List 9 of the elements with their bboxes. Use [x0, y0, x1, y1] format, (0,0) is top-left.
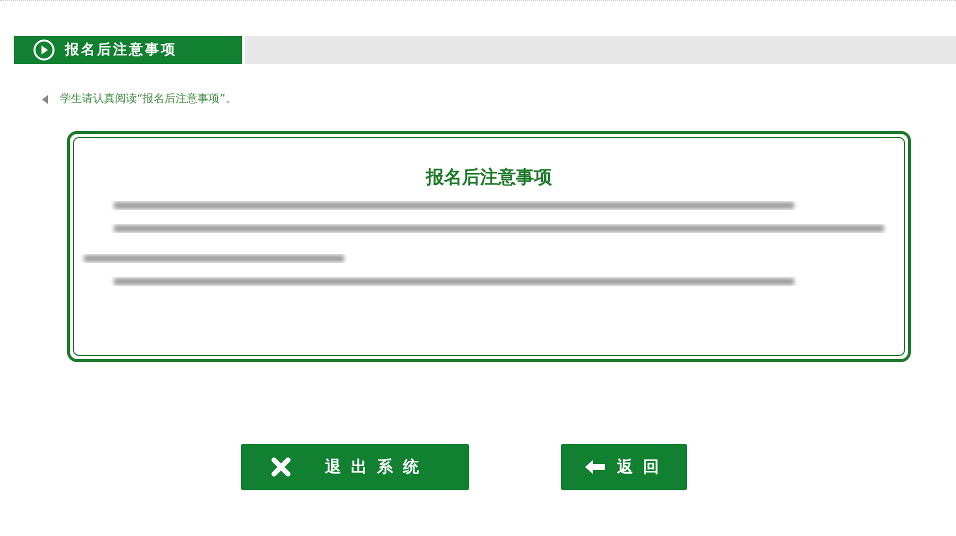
hint-text: 学生请认真阅读“报名后注意事项”。 [60, 91, 236, 107]
section-title: 报名后注意事项 [65, 40, 177, 60]
left-arrow-icon [585, 460, 605, 474]
close-icon [271, 456, 291, 476]
notice-title: 报名后注意事项 [424, 166, 553, 190]
back-button[interactable]: 返回 [561, 444, 687, 490]
play-icon [33, 39, 55, 61]
exit-button[interactable]: 退出系统 [241, 444, 469, 490]
arrow-icon [42, 94, 48, 104]
